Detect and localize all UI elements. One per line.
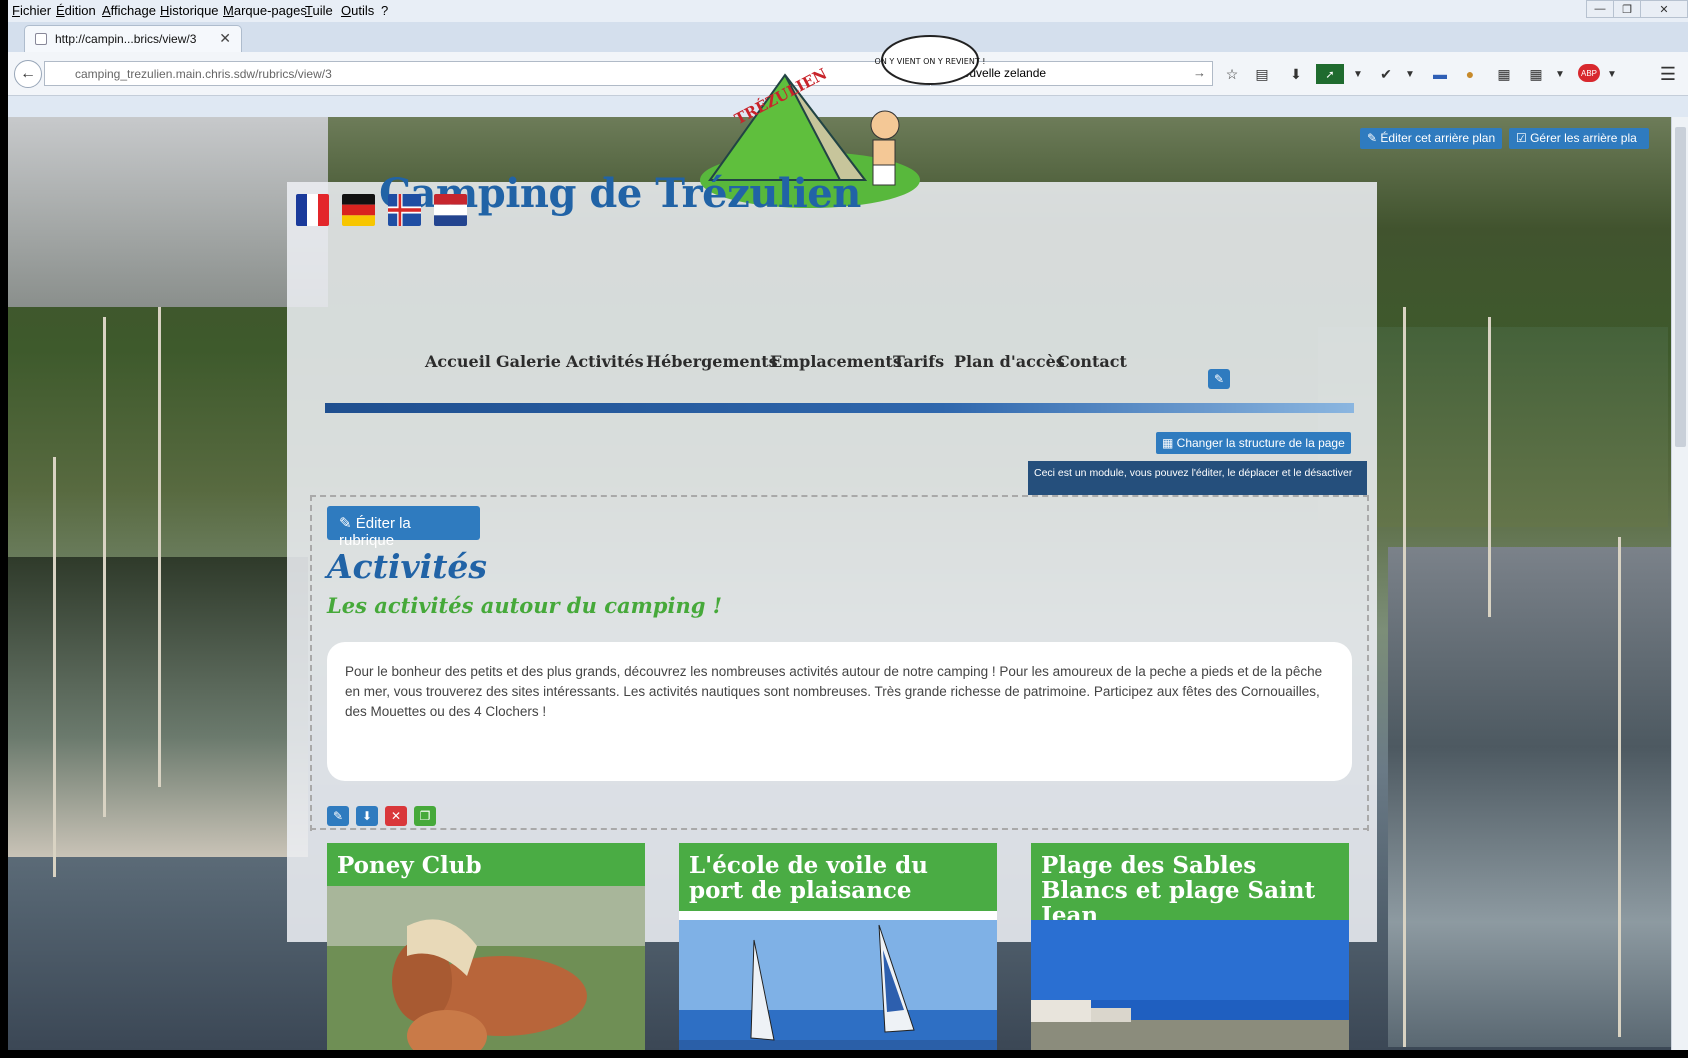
background-mast: [1488, 317, 1491, 617]
download-icon[interactable]: ⬇: [1286, 64, 1306, 84]
change-structure-button[interactable]: ▦ Changer la structure de la page: [1156, 432, 1351, 454]
flag-nl-icon[interactable]: [434, 194, 467, 226]
menu-help[interactable]: ?: [381, 3, 388, 18]
nav-hebergements[interactable]: Hébergements: [646, 352, 778, 371]
background-harbor: [1388, 547, 1671, 1047]
nav-contact[interactable]: Contact: [1057, 352, 1127, 371]
menu-historique[interactable]: Historique: [160, 3, 219, 18]
move-down-icon[interactable]: ⬇: [356, 806, 378, 826]
search-go-icon[interactable]: →: [1193, 65, 1206, 80]
activity-card[interactable]: Poney Club: [327, 843, 645, 1058]
edit-rubric-button[interactable]: ✎ Éditer la rubrique: [327, 506, 480, 549]
card-title: L'école de voile du port de plaisance: [679, 843, 997, 911]
manage-backgrounds-button[interactable]: ☑ Gérer les arrière pla: [1509, 128, 1649, 149]
dropdown-icon[interactable]: ▼: [1400, 64, 1420, 84]
beach-image: [1031, 920, 1349, 1058]
dropdown-icon[interactable]: ▼: [1550, 64, 1570, 84]
taskbar-edge: [0, 1050, 1688, 1058]
minimize-icon[interactable]: —: [1586, 0, 1614, 18]
extension-icon[interactable]: ➚: [1316, 64, 1344, 84]
edit-background-button[interactable]: ✎ Éditer cet arrière plan: [1360, 128, 1503, 149]
dropdown-icon[interactable]: ▼: [1602, 64, 1622, 84]
rubric-heading: Activités: [327, 547, 488, 586]
change-structure-label: Changer la structure de la page: [1176, 436, 1345, 450]
dropdown-icon[interactable]: ▼: [1348, 64, 1368, 84]
back-arrow-icon[interactable]: ←: [14, 60, 42, 88]
reading-list-icon[interactable]: ▤: [1252, 64, 1272, 84]
duplicate-icon[interactable]: ❐: [414, 806, 436, 826]
tab-title: http://campin...brics/view/3: [55, 32, 197, 46]
page-favicon-icon: [35, 33, 47, 45]
close-tab-icon[interactable]: ✕: [219, 30, 231, 47]
module-tooltip: Ceci est un module, vous pouvez l'éditer…: [1028, 461, 1367, 495]
menu-affichage[interactable]: Affichage: [102, 3, 156, 18]
background-mast: [1403, 307, 1406, 1047]
activity-card[interactable]: L'école de voile du port de plaisance: [679, 843, 997, 1058]
menu-marque-pages[interactable]: Marque-pages: [223, 3, 307, 18]
pony-image: [327, 886, 645, 1058]
menu-tuile[interactable]: Tuile: [305, 3, 333, 18]
screen-icon[interactable]: ▬: [1430, 64, 1450, 84]
background-mast: [53, 457, 56, 877]
browser-tab[interactable]: http://campin...brics/view/3 ✕: [24, 25, 242, 52]
flag-de-icon[interactable]: [342, 194, 375, 226]
adblock-icon[interactable]: ABP: [1578, 64, 1600, 82]
nav-galerie[interactable]: Galerie: [496, 352, 561, 371]
cookie-icon[interactable]: ●: [1460, 64, 1480, 84]
rubric-subheading: Les activités autour du camping !: [327, 593, 722, 618]
edit-module-icon[interactable]: ✎: [327, 806, 349, 826]
menu-fichier[interactable]: Fichier: [12, 3, 51, 18]
background-mast: [103, 317, 106, 817]
addon-icon[interactable]: ✔: [1376, 64, 1396, 84]
edit-menu-icon[interactable]: ✎: [1208, 369, 1230, 389]
grid-icon[interactable]: ▦: [1526, 64, 1546, 84]
search-input[interactable]: [956, 66, 1186, 80]
window-controls: — ❐ ✕: [1586, 0, 1688, 20]
page-icon[interactable]: ▦: [1494, 64, 1514, 84]
menu-edition[interactable]: Édition: [56, 3, 96, 18]
restore-icon[interactable]: ❐: [1613, 0, 1641, 18]
flag-is-icon[interactable]: [388, 194, 421, 226]
background-mast: [1618, 537, 1621, 1037]
activity-card[interactable]: Plage des Sables Blancs et plage Saint J…: [1031, 843, 1349, 1058]
nav-activites[interactable]: Activités: [566, 352, 644, 371]
flag-fr-icon[interactable]: [296, 194, 329, 226]
menu-outils[interactable]: Outils: [341, 3, 374, 18]
bookmark-star-icon[interactable]: ☆: [1222, 64, 1242, 84]
nav-accueil[interactable]: Accueil: [425, 352, 491, 371]
manage-backgrounds-label: Gérer les arrière pla: [1530, 131, 1637, 145]
menu-bar: Fichier Édition Affichage Historique Mar…: [8, 0, 1688, 22]
scrollbar-thumb[interactable]: [1675, 127, 1686, 447]
nav-tarifs[interactable]: Tarifs: [893, 352, 944, 371]
nav-emplacements[interactable]: Emplacements: [770, 352, 902, 371]
windsurf-image: [679, 920, 997, 1058]
scrollbar[interactable]: [1671, 117, 1688, 1050]
background-mast: [158, 307, 161, 787]
edit-background-label: Éditer cet arrière plan: [1380, 131, 1496, 145]
close-window-icon[interactable]: ✕: [1640, 0, 1688, 18]
nav-plan-acces[interactable]: Plan d'accès: [954, 352, 1065, 371]
background-houses: [8, 117, 328, 307]
delete-icon[interactable]: ✕: [385, 806, 407, 826]
hamburger-menu-icon[interactable]: ☰: [1658, 64, 1678, 84]
url-text: camping_trezulien.main.chris.sdw/rubrics…: [75, 67, 332, 81]
rubric-text: Pour le bonheur des petits et des plus g…: [327, 642, 1352, 781]
logo-bubble-text: ON Y VIENT ON Y REVIENT !: [875, 57, 986, 66]
nav-underline-bar: [325, 403, 1354, 413]
card-title: Poney Club: [327, 843, 645, 886]
